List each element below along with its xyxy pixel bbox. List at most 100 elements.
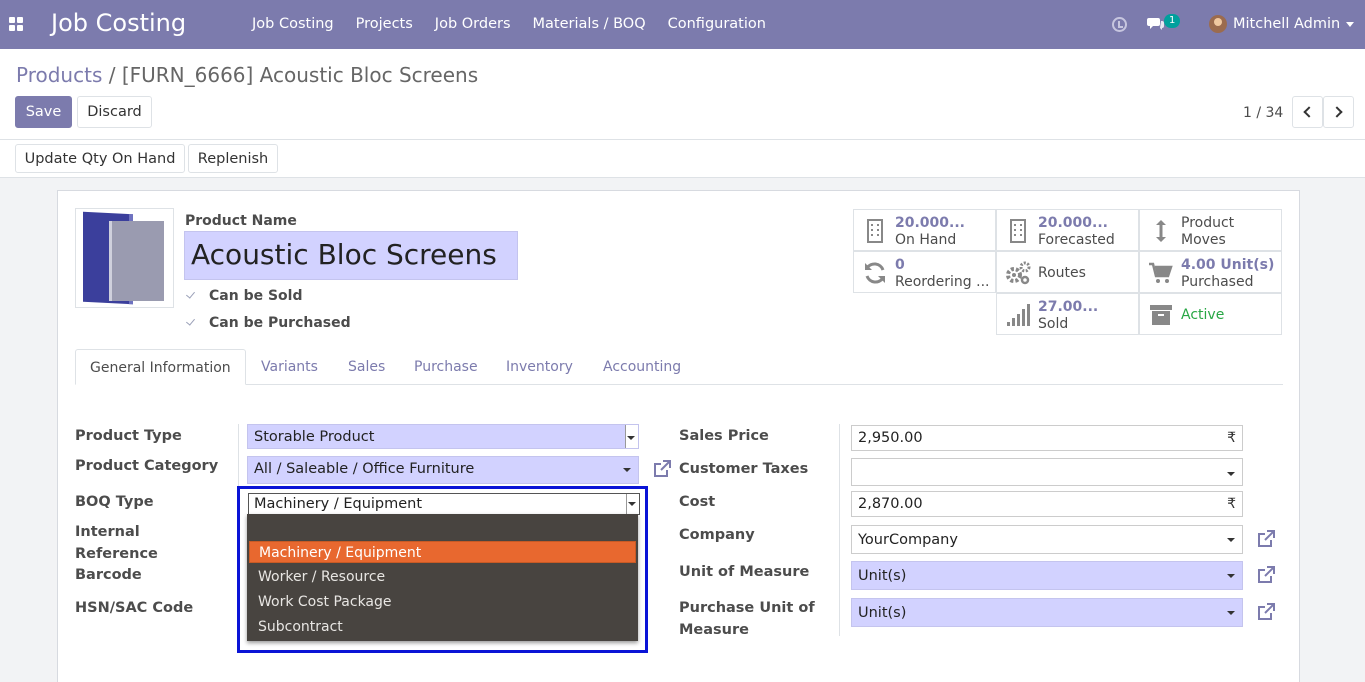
building-icon <box>867 219 883 243</box>
signal-icon <box>1007 304 1030 326</box>
tab-general-information[interactable]: General Information <box>75 349 246 385</box>
tab-accounting[interactable]: Accounting <box>589 349 695 385</box>
unit-of-measure-value: Unit(s) <box>858 568 907 584</box>
tab-sales[interactable]: Sales <box>334 349 399 385</box>
product-category-value: All / Saleable / Office Furniture <box>254 461 475 477</box>
breadcrumb: Products / [FURN_6666] Acoustic Bloc Scr… <box>16 63 478 87</box>
replenish-button[interactable]: Replenish <box>188 144 278 173</box>
company-value: YourCompany <box>858 532 958 548</box>
update-qty-on-hand-button[interactable]: Update Qty On Hand <box>15 144 185 173</box>
chevron-down-icon <box>627 436 635 440</box>
smart-button-product-moves[interactable]: Product Moves <box>1139 209 1282 251</box>
apps-menu-icon[interactable] <box>9 17 23 31</box>
sales-price-value: 2,950.00 <box>858 430 923 446</box>
smart-button-sold[interactable]: 27.00... Sold <box>996 293 1139 335</box>
can-be-sold-checkbox[interactable] <box>185 290 197 302</box>
sales-price-field[interactable]: 2,950.00 ₹ <box>851 425 1243 451</box>
cost-value: 2,870.00 <box>858 496 923 512</box>
purchased-value: 4.00 Unit(s) <box>1181 257 1275 273</box>
form-tabs: General Information Variants Sales Purch… <box>75 349 1283 385</box>
external-link-icon[interactable] <box>1256 529 1276 549</box>
cost-field[interactable]: 2,870.00 ₹ <box>851 491 1243 517</box>
company-label: Company <box>679 527 755 543</box>
product-type-label: Product Type <box>75 428 182 444</box>
chat-count-badge: 1 <box>1164 14 1181 28</box>
right-column-divider <box>839 424 840 636</box>
smart-button-routes[interactable]: Routes <box>996 251 1139 293</box>
menu-item-configuration[interactable]: Configuration <box>657 0 777 49</box>
menu-item-job-costing[interactable]: Job Costing <box>241 0 345 49</box>
unit-of-measure-field[interactable]: Unit(s) <box>851 561 1243 590</box>
smart-button-active-toggle[interactable]: Active <box>1139 293 1282 335</box>
chevron-down-icon <box>623 468 631 472</box>
pager-previous-button[interactable] <box>1292 96 1323 128</box>
save-button[interactable]: Save <box>15 96 72 128</box>
on-hand-label: On Hand <box>895 232 957 248</box>
chevron-left-icon <box>1303 106 1315 118</box>
smart-buttons: 20.000... On Hand 20.000... Forecasted P… <box>853 209 1283 339</box>
clock-icon[interactable] <box>1112 17 1127 32</box>
menu-item-projects[interactable]: Projects <box>345 0 424 49</box>
sales-price-label: Sales Price <box>679 428 769 444</box>
chat-icon[interactable] <box>1147 17 1164 30</box>
chevron-down-icon <box>1227 538 1235 542</box>
reordering-label: Reordering ... <box>895 274 990 290</box>
purchase-uom-field[interactable]: Unit(s) <box>851 598 1243 627</box>
dropdown-option-worker-resource[interactable]: Worker / Resource <box>249 566 636 588</box>
boq-type-label: BOQ Type <box>75 494 154 510</box>
product-image[interactable] <box>75 208 174 308</box>
purchased-label: Purchased <box>1181 274 1254 290</box>
product-type-select[interactable]: Storable Product <box>247 424 639 449</box>
rupee-currency-icon: ₹ <box>1227 496 1236 512</box>
on-hand-value: 20.000... <box>895 215 965 231</box>
purchase-uom-value: Unit(s) <box>858 605 907 621</box>
refresh-icon <box>865 262 885 284</box>
customer-taxes-field[interactable] <box>851 458 1243 486</box>
smart-button-on-hand[interactable]: 20.000... On Hand <box>853 209 996 251</box>
breadcrumb-current: [FURN_6666] Acoustic Bloc Screens <box>121 63 479 87</box>
rupee-currency-icon: ₹ <box>1227 430 1236 446</box>
product-moves-line1: Product <box>1181 215 1235 231</box>
pager-value[interactable]: 1 / 34 <box>1243 105 1283 121</box>
unit-of-measure-label: Unit of Measure <box>679 564 810 580</box>
discard-button[interactable]: Discard <box>77 96 152 128</box>
chevron-down-icon[interactable] <box>1346 22 1354 27</box>
breadcrumb-products-link[interactable]: Products <box>16 63 102 87</box>
cogs-icon <box>1006 261 1031 285</box>
dropdown-option-subcontract[interactable]: Subcontract <box>249 616 636 638</box>
can-be-purchased-checkbox[interactable] <box>185 317 197 329</box>
product-name-field[interactable]: Acoustic Bloc Screens <box>184 231 518 280</box>
product-category-field[interactable]: All / Saleable / Office Furniture <box>247 456 639 484</box>
pager-next-button[interactable] <box>1323 96 1354 128</box>
cart-icon <box>1149 262 1173 283</box>
hsn-sac-code-label: HSN/SAC Code <box>75 600 194 616</box>
up-down-arrow-icon <box>1156 220 1166 242</box>
external-link-icon[interactable] <box>652 459 672 479</box>
smart-button-forecasted[interactable]: 20.000... Forecasted <box>996 209 1139 251</box>
tab-purchase[interactable]: Purchase <box>400 349 492 385</box>
company-field[interactable]: YourCompany <box>851 525 1243 554</box>
external-link-icon[interactable] <box>1256 565 1276 585</box>
sold-label: Sold <box>1038 316 1069 332</box>
dropdown-option-work-cost-package[interactable]: Work Cost Package <box>249 591 636 613</box>
tab-variants[interactable]: Variants <box>247 349 332 385</box>
app-title: Job Costing <box>51 9 187 37</box>
tab-inventory[interactable]: Inventory <box>492 349 587 385</box>
dropdown-option-machinery-equipment[interactable]: Machinery / Equipment <box>249 541 636 563</box>
forecasted-value: 20.000... <box>1038 215 1108 231</box>
sold-value: 27.00... <box>1038 299 1099 315</box>
chevron-right-icon <box>1331 106 1343 118</box>
smart-button-reordering[interactable]: 0 Reordering ... <box>853 251 996 293</box>
menu-item-job-orders[interactable]: Job Orders <box>424 0 522 49</box>
menu-item-materials-boq[interactable]: Materials / BOQ <box>522 0 657 49</box>
active-status-label: Active <box>1181 307 1225 323</box>
external-link-icon[interactable] <box>1256 602 1276 622</box>
can-be-sold-label: Can be Sold <box>209 288 303 304</box>
user-menu[interactable]: Mitchell Admin <box>1233 16 1340 32</box>
smart-button-purchased[interactable]: 4.00 Unit(s) Purchased <box>1139 251 1282 293</box>
control-panel: Products / [FURN_6666] Acoustic Bloc Scr… <box>0 49 1365 140</box>
dropdown-option-empty[interactable] <box>249 516 636 538</box>
purchase-uom-label-line2: Measure <box>679 622 749 638</box>
avatar[interactable] <box>1209 15 1227 33</box>
main-menu: Job Costing Projects Job Orders Material… <box>241 0 777 49</box>
